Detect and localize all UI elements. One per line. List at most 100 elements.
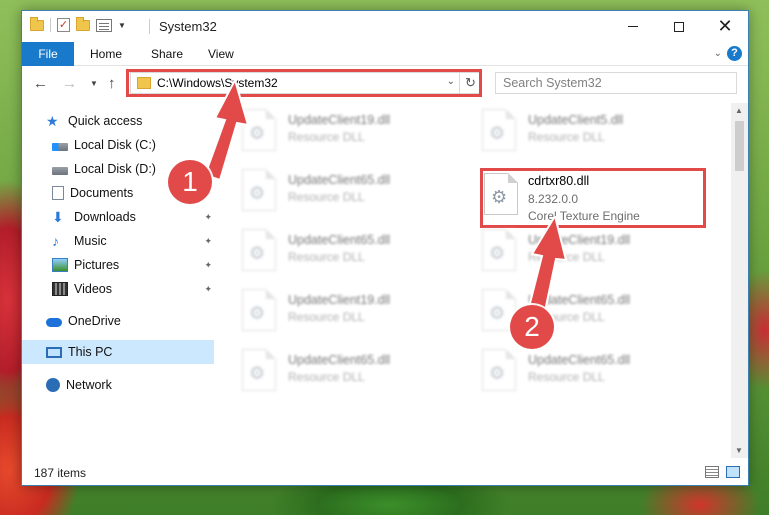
- up-arrow-icon[interactable]: ↑: [108, 75, 116, 92]
- file-list: ⚙ UpdateClient19.dll Resource DLL ⚙ Upda…: [222, 103, 732, 458]
- tab-file[interactable]: File: [22, 42, 74, 66]
- sidebar-item-label: Downloads: [74, 210, 136, 224]
- step-1-badge: 1: [168, 160, 212, 204]
- star-icon: ★: [46, 113, 59, 129]
- list-item[interactable]: ⚙ UpdateClient5.dll Resource DLL: [462, 103, 692, 159]
- film-strip-icon: [52, 282, 68, 296]
- tab-home[interactable]: Home: [90, 42, 122, 66]
- network-icon: [46, 378, 60, 392]
- cloud-icon: [46, 318, 62, 327]
- sidebar-item-label: Videos: [74, 282, 112, 296]
- details-view-icon[interactable]: [705, 466, 719, 478]
- dll-file-icon: ⚙: [242, 289, 276, 331]
- file-type: Resource DLL: [528, 370, 605, 384]
- file-name: UpdateClient65.dll: [288, 353, 391, 367]
- sidebar-item-network[interactable]: Network: [46, 373, 214, 397]
- gear-icon: ⚙: [489, 123, 506, 143]
- file-name: UpdateClient19.dll: [288, 293, 391, 307]
- ribbon-tabs: File Home Share View ⌄ ?: [22, 42, 748, 66]
- minimize-button[interactable]: [610, 11, 656, 42]
- sidebar-item-label: Local Disk (D:): [74, 162, 156, 176]
- list-item[interactable]: ⚙ UpdateClient65.dll Resource DLL: [222, 343, 452, 399]
- list-item[interactable]: ⚙ UpdateClient19.dll Resource DLL: [222, 283, 452, 339]
- minimize-icon: [628, 26, 638, 27]
- gear-icon: ⚙: [489, 363, 506, 383]
- pin-icon[interactable]: ✦: [204, 260, 212, 271]
- pin-icon[interactable]: ✦: [204, 284, 212, 295]
- list-item[interactable]: ⚙ UpdateClient65.dll Resource DLL: [462, 343, 692, 399]
- recent-locations-chevron-icon[interactable]: ▼: [90, 79, 98, 88]
- scroll-down-arrow-icon[interactable]: ▼: [735, 446, 743, 455]
- scroll-thumb[interactable]: [735, 121, 744, 171]
- file-type: Resource DLL: [288, 370, 365, 384]
- new-folder-icon[interactable]: [76, 16, 90, 31]
- status-bar: 187 items: [22, 461, 748, 485]
- sidebar-item-label: OneDrive: [68, 314, 121, 328]
- hard-drive-icon: [52, 167, 68, 175]
- title-divider: [149, 19, 150, 34]
- file-type: Resource DLL: [288, 310, 365, 324]
- pictures-icon: [52, 258, 68, 272]
- sidebar-item-pictures[interactable]: Pictures ✦: [52, 253, 214, 277]
- dll-file-icon: ⚙: [242, 349, 276, 391]
- sidebar-item-label: Documents: [70, 186, 134, 200]
- gear-icon: ⚙: [249, 303, 266, 323]
- file-type: Resource DLL: [528, 130, 605, 144]
- maximize-icon: [674, 21, 684, 32]
- scroll-up-arrow-icon[interactable]: ▲: [735, 106, 743, 115]
- item-count: 187 items: [34, 466, 87, 480]
- quick-access-toolbar: ✓ ▼: [30, 16, 126, 32]
- properties-list-icon[interactable]: [96, 18, 112, 32]
- sidebar-item-label: Pictures: [74, 258, 120, 272]
- expand-ribbon-chevron-icon[interactable]: ⌄: [714, 48, 722, 59]
- properties-check-icon[interactable]: ✓: [57, 18, 70, 32]
- file-type: Resource DLL: [288, 190, 365, 204]
- sidebar-item-label: Network: [66, 378, 112, 392]
- dll-file-icon: ⚙: [482, 109, 516, 151]
- file-name: UpdateClient65.dll: [528, 353, 631, 367]
- sidebar-item-label: Quick access: [68, 114, 143, 128]
- download-icon: ⬇: [52, 209, 64, 225]
- gear-icon: ⚙: [489, 243, 506, 263]
- search-placeholder[interactable]: Search System32: [503, 76, 602, 90]
- file-type: Resource DLL: [288, 130, 365, 144]
- file-name: UpdateClient65.dll: [288, 173, 391, 187]
- pin-icon[interactable]: ✦: [204, 212, 212, 223]
- vertical-scrollbar[interactable]: ▲ ▼: [731, 103, 748, 458]
- computer-icon: [46, 346, 62, 358]
- file-explorer-window: ✓ ▼ System32 ✕ File Home Share View ⌄ ? …: [21, 10, 749, 486]
- close-button[interactable]: ✕: [702, 11, 748, 42]
- file-name: UpdateClient19.dll: [288, 113, 391, 127]
- large-icons-view-icon[interactable]: [726, 466, 740, 478]
- customize-toolbar-chevron-icon[interactable]: ▼: [118, 21, 126, 30]
- search-box[interactable]: Search System32: [495, 72, 737, 94]
- sidebar-item-this-pc[interactable]: This PC: [22, 340, 214, 364]
- file-name: UpdateClient5.dll: [528, 113, 624, 127]
- sidebar-item-music[interactable]: ♪ Music ✦: [52, 229, 214, 253]
- gear-icon: ⚙: [249, 243, 266, 263]
- toolbar-divider: [50, 18, 51, 32]
- sidebar-item-videos[interactable]: Videos ✦: [52, 277, 214, 301]
- sidebar-item-label: This PC: [68, 345, 113, 359]
- hard-drive-icon: [52, 143, 68, 151]
- help-icon[interactable]: ?: [727, 46, 742, 61]
- document-icon: [52, 186, 64, 200]
- sidebar-item-label: Local Disk (C:): [74, 138, 156, 152]
- pin-icon[interactable]: ✦: [204, 236, 212, 247]
- step-2-badge: 2: [510, 305, 554, 349]
- tab-share[interactable]: Share: [151, 42, 183, 66]
- back-arrow-icon[interactable]: ←: [33, 75, 48, 92]
- gear-icon: ⚙: [489, 303, 506, 323]
- close-icon: ✕: [717, 16, 733, 36]
- list-item[interactable]: ⚙ UpdateClient65.dll Resource DLL: [222, 223, 452, 279]
- sidebar-item-onedrive[interactable]: OneDrive: [46, 309, 214, 333]
- file-type: Resource DLL: [288, 250, 365, 264]
- maximize-button[interactable]: [656, 11, 702, 42]
- sidebar-item-downloads[interactable]: ⬇ Downloads ✦: [52, 205, 214, 229]
- title-bar: ✓ ▼ System32 ✕: [22, 11, 748, 42]
- gear-icon: ⚙: [249, 363, 266, 383]
- tab-view[interactable]: View: [208, 42, 234, 66]
- window-title: System32: [159, 19, 217, 34]
- forward-arrow-icon[interactable]: →: [62, 75, 77, 92]
- navigation-bar: ← → ▼ ↑ C:\Windows\System32 ⌄ ↻ Search S…: [22, 67, 748, 100]
